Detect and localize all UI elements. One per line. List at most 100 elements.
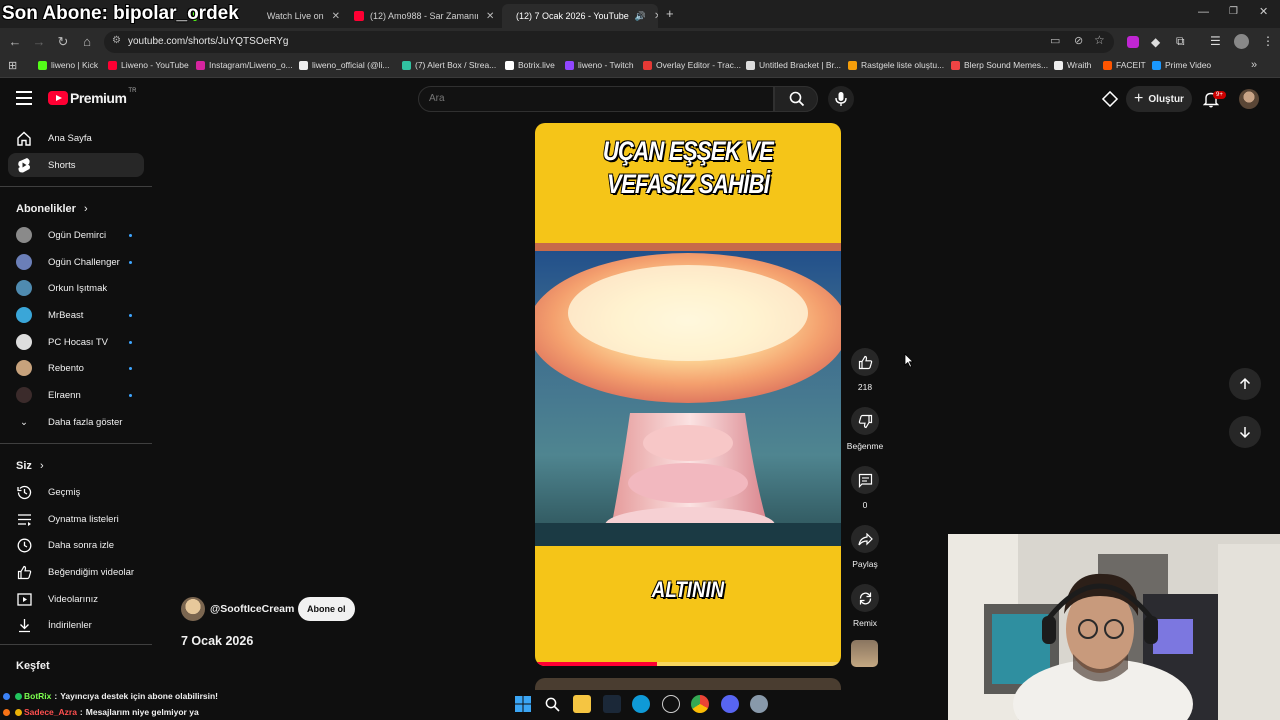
search-input[interactable] (429, 93, 749, 104)
sound-thumbnail[interactable] (851, 640, 878, 667)
bookmark-item[interactable]: FACEIT (1103, 60, 1146, 70)
youtube-header: Premium TR + Oluştur 9+ (0, 78, 1280, 122)
speaker-icon[interactable]: 🔊 (635, 11, 646, 22)
subscriptions-heading[interactable]: Abonelikler › (16, 203, 88, 215)
show-more-button[interactable]: ⌄ Daha fazla göster (16, 411, 140, 433)
bookmark-item[interactable]: Instagram/Liweno_o... (196, 60, 293, 70)
subscription-item[interactable]: Elraenn (16, 384, 140, 406)
bookmark-item[interactable]: Blerp Sound Memes... (951, 60, 1048, 70)
new-tab-icon[interactable]: + (666, 6, 674, 21)
channel-avatar[interactable] (181, 597, 205, 621)
subscription-item[interactable]: Orkun Işıtmak (16, 277, 140, 299)
extension-diamond-icon[interactable]: ◆ (1151, 35, 1160, 49)
like-button[interactable]: 218 (846, 348, 884, 392)
subscription-label: Ogün Demirci (48, 229, 107, 241)
close-tab-icon[interactable]: ✕ (486, 11, 494, 22)
google-cast-icon[interactable] (1101, 90, 1119, 112)
remix-label: Remix (852, 618, 878, 628)
extensions-puzzle-icon[interactable]: ⧉ (1176, 34, 1185, 49)
discord-icon[interactable] (720, 695, 739, 713)
bookmark-star-icon[interactable]: ☆ (1094, 33, 1105, 47)
windows-start-icon[interactable] (514, 695, 532, 713)
sidebar-item-watch-later[interactable]: Daha sonra izle (16, 534, 140, 556)
app-icon[interactable] (661, 695, 680, 713)
chrome-icon[interactable] (691, 695, 709, 713)
next-short-preview[interactable] (535, 678, 841, 690)
youtube-premium-logo[interactable]: Premium TR (48, 88, 136, 106)
bookmark-label: (7) Alert Box / Strea... (415, 60, 497, 70)
previous-short-button[interactable] (1229, 368, 1261, 400)
maximize-icon[interactable]: ❐ (1229, 6, 1238, 17)
file-explorer-icon[interactable] (573, 695, 591, 713)
close-tab-icon[interactable]: ✕ (332, 11, 340, 22)
bookmark-item[interactable]: Untitled Bracket | Br... (746, 60, 841, 70)
sidebar-item-liked-videos[interactable]: Beğendiğim videolar (16, 561, 140, 583)
eye-off-icon[interactable]: ⊘ (1074, 34, 1083, 47)
close-window-icon[interactable]: ✕ (1259, 5, 1268, 18)
bookmark-item[interactable]: Prime Video (1152, 60, 1211, 70)
share-arrow-icon (851, 525, 879, 553)
subscription-label: Rebento (48, 362, 84, 374)
extension-icon[interactable] (1127, 36, 1139, 48)
profile-avatar-icon[interactable] (1234, 34, 1249, 49)
browser-tab[interactable]: (12) Amo988 - Sar Zamanımızı ✕ (346, 4, 498, 28)
subscription-item[interactable]: MrBeast (16, 304, 140, 326)
steam-icon[interactable] (602, 695, 621, 713)
liked-icon (16, 565, 32, 580)
bookmark-item[interactable]: liweno_official (@li... (299, 60, 389, 70)
account-avatar[interactable] (1239, 89, 1259, 109)
taskbar-search-icon[interactable] (544, 695, 562, 713)
bookmark-item[interactable]: Wraith (1054, 60, 1091, 70)
subscribe-button[interactable]: Abone ol (298, 597, 355, 621)
edge-icon[interactable] (632, 695, 650, 713)
comments-button[interactable]: 0 (846, 466, 884, 510)
apps-grid-icon[interactable]: ⊞ (8, 59, 17, 72)
hamburger-menu-icon[interactable] (16, 91, 32, 105)
back-icon[interactable]: ← (6, 34, 24, 49)
dislike-button[interactable]: Beğenme (843, 407, 887, 451)
sidebar-item-playlists[interactable]: Oynatma listeleri (16, 508, 140, 530)
bookmark-item[interactable]: Overlay Editor - Trac... (643, 60, 741, 70)
settings-icon[interactable] (750, 695, 768, 713)
subscription-item[interactable]: PC Hocası TV (16, 331, 140, 353)
subscription-item[interactable]: Ogün Demirci (16, 224, 140, 246)
you-heading[interactable]: Siz › (16, 460, 44, 472)
bookmark-item[interactable]: Botrix.live (505, 60, 555, 70)
sidebar-item-label: İndirilenler (48, 619, 92, 631)
share-button[interactable]: Paylaş (846, 525, 884, 569)
explore-heading: Keşfet (16, 660, 50, 672)
sidebar-item-shorts[interactable]: Shorts (8, 153, 144, 177)
address-bar[interactable]: ⚙ youtube.com/shorts/JuYQTSOeRYg ▭ ⊘ ☆ (104, 31, 1114, 53)
next-short-button[interactable] (1229, 416, 1261, 448)
remix-button[interactable]: Remix (846, 584, 884, 628)
browser-tab-active[interactable]: (12) 7 Ocak 2026 - YouTube 🔊 ✕ (502, 4, 658, 28)
cast-icon[interactable]: ▭ (1050, 34, 1060, 47)
bookmark-item[interactable]: Liweno - YouTube (108, 60, 189, 70)
create-button[interactable]: + Oluştur (1126, 86, 1192, 112)
forward-icon[interactable]: → (30, 34, 48, 49)
sidepanel-icon[interactable]: ☰ (1210, 34, 1221, 48)
voice-search-button[interactable] (828, 86, 854, 112)
bookmark-item[interactable]: liweno | Kick (38, 60, 98, 70)
site-info-icon[interactable]: ⚙ (112, 35, 121, 46)
channel-handle[interactable]: @SooftIceCream (210, 603, 294, 615)
sidebar-item-history[interactable]: Geçmiş (16, 481, 140, 503)
subscription-item[interactable]: Ogün Challenger (16, 251, 140, 273)
browser-menu-icon[interactable]: ⋮ (1262, 34, 1274, 48)
subscription-item[interactable]: Rebento (16, 357, 140, 379)
close-tab-icon[interactable]: ✕ (654, 11, 658, 22)
sidebar-item-home[interactable]: Ana Sayfa (8, 126, 144, 150)
bookmark-item[interactable]: liweno - Twitch (565, 60, 634, 70)
bookmark-item[interactable]: Rastgele liste oluştu... (848, 60, 944, 70)
short-progress-bar[interactable] (535, 662, 841, 666)
reload-icon[interactable]: ↻ (54, 34, 72, 50)
minimize-icon[interactable]: — (1198, 6, 1209, 18)
search-button[interactable] (774, 86, 818, 112)
short-video-player[interactable]: UÇAN EŞŞEK VE VEFASIZ SAHİBİ ALTININ (535, 123, 841, 666)
bookmark-label: Botrix.live (518, 60, 555, 70)
more-bookmarks-icon[interactable]: » (1251, 59, 1257, 71)
sidebar-item-downloads[interactable]: İndirilenler (16, 614, 140, 636)
bookmark-item[interactable]: (7) Alert Box / Strea... (402, 60, 496, 70)
sidebar-item-your-videos[interactable]: Videolarınız (16, 588, 140, 610)
home-browser-icon[interactable]: ⌂ (78, 34, 96, 49)
